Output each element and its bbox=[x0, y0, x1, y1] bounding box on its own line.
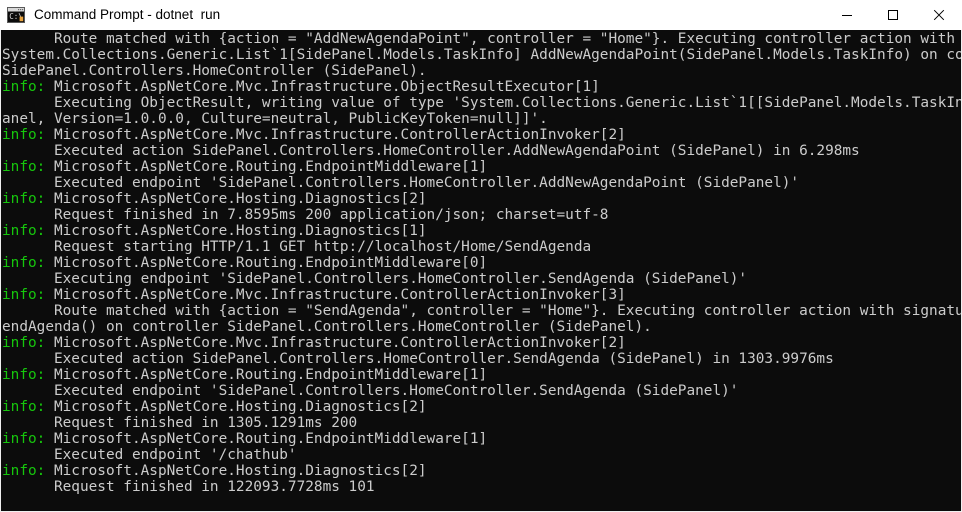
console-line: Executed endpoint 'SidePanel.Controllers… bbox=[2, 383, 961, 399]
log-message-text: Request starting HTTP/1.1 GET http://loc… bbox=[2, 239, 592, 255]
title-bar[interactable]: C:\ Command Prompt - dotnet run bbox=[0, 0, 962, 31]
log-message-text: Route matched with {action = "SendAgenda… bbox=[2, 303, 962, 319]
log-message-text: Executed action SidePanel.Controllers.Ho… bbox=[2, 351, 834, 367]
log-message-text: Microsoft.AspNetCore.Hosting.Diagnostics… bbox=[53, 223, 427, 239]
console-line: Executing ObjectResult, writing value of… bbox=[2, 95, 962, 111]
console-line: Executed action SidePanel.Controllers.Ho… bbox=[2, 143, 961, 159]
log-message-text: Executed endpoint 'SidePanel.Controllers… bbox=[2, 175, 800, 191]
console-line: info: Microsoft.AspNetCore.Hosting.Diagn… bbox=[2, 463, 961, 479]
log-message-text: Microsoft.AspNetCore.Mvc.Infrastructure.… bbox=[53, 287, 626, 303]
log-message-text: endAgenda() on controller SidePanel.Cont… bbox=[2, 319, 652, 335]
console-line: Route matched with {action = "AddNewAgen… bbox=[2, 31, 962, 47]
log-message-text: Microsoft.AspNetCore.Hosting.Diagnostics… bbox=[53, 463, 427, 479]
log-message-text: Request finished in 122093.7728ms 101 bbox=[2, 479, 375, 495]
console-line: info: Microsoft.AspNetCore.Hosting.Diagn… bbox=[2, 191, 961, 207]
log-severity-label: info: bbox=[2, 159, 54, 175]
log-message-text: Microsoft.AspNetCore.Routing.EndpointMid… bbox=[53, 367, 488, 383]
console-line: Executed endpoint '/chathub' bbox=[2, 447, 961, 463]
console-line: info: Microsoft.AspNetCore.Routing.Endpo… bbox=[2, 431, 961, 447]
console-line: Route matched with {action = "SendAgenda… bbox=[2, 303, 962, 319]
command-prompt-window: C:\ Command Prompt - dotnet run Route ma… bbox=[0, 0, 962, 512]
log-severity-label: info: bbox=[2, 335, 54, 351]
log-severity-label: info: bbox=[2, 463, 54, 479]
log-message-text: Executing endpoint 'SidePanel.Controller… bbox=[2, 271, 748, 287]
console-line: info: Microsoft.AspNetCore.Mvc.Infrastru… bbox=[2, 79, 961, 95]
window-controls bbox=[824, 0, 962, 30]
log-message-text: Microsoft.AspNetCore.Routing.EndpointMid… bbox=[53, 159, 488, 175]
log-message-text: System.Collections.Generic.List`1[SidePa… bbox=[2, 47, 962, 63]
console-line: Request finished in 1305.1291ms 200 bbox=[2, 415, 961, 431]
log-severity-label: info: bbox=[2, 127, 54, 143]
console-line: info: Microsoft.AspNetCore.Routing.Endpo… bbox=[2, 159, 961, 175]
log-message-text: Microsoft.AspNetCore.Mvc.Infrastructure.… bbox=[53, 127, 626, 143]
log-severity-label: info: bbox=[2, 431, 54, 447]
log-severity-label: info: bbox=[2, 287, 54, 303]
console-line: Request finished in 122093.7728ms 101 bbox=[2, 479, 961, 495]
log-severity-label: info: bbox=[2, 223, 54, 239]
console-line: System.Collections.Generic.List`1[SidePa… bbox=[2, 47, 962, 63]
log-severity-label: info: bbox=[2, 191, 54, 207]
console-window-icon: C:\ bbox=[7, 7, 25, 23]
console-line: Executed endpoint 'SidePanel.Controllers… bbox=[2, 175, 961, 191]
log-message-text: Microsoft.AspNetCore.Routing.EndpointMid… bbox=[53, 431, 488, 447]
minimize-button[interactable] bbox=[824, 0, 870, 30]
window-title: Command Prompt - dotnet run bbox=[34, 7, 221, 22]
log-message-text: Executed endpoint '/chathub' bbox=[2, 447, 297, 463]
console-line: Executing endpoint 'SidePanel.Controller… bbox=[2, 271, 961, 287]
maximize-button[interactable] bbox=[870, 0, 916, 30]
console-output-area[interactable]: Route matched with {action = "AddNewAgen… bbox=[0, 30, 962, 512]
console-line: endAgenda() on controller SidePanel.Cont… bbox=[2, 319, 961, 335]
console-lines: Route matched with {action = "AddNewAgen… bbox=[1, 30, 962, 495]
console-line: SidePanel.Controllers.HomeController (Si… bbox=[2, 63, 961, 79]
console-line: info: Microsoft.AspNetCore.Hosting.Diagn… bbox=[2, 399, 961, 415]
console-line: info: Microsoft.AspNetCore.Mvc.Infrastru… bbox=[2, 287, 961, 303]
log-message-text: Microsoft.AspNetCore.Routing.EndpointMid… bbox=[53, 255, 488, 271]
console-line: info: Microsoft.AspNetCore.Hosting.Diagn… bbox=[2, 223, 961, 239]
log-message-text: anel, Version=1.0.0.0, Culture=neutral, … bbox=[2, 111, 548, 127]
log-message-text: Microsoft.AspNetCore.Mvc.Infrastructure.… bbox=[53, 79, 600, 95]
log-severity-label: info: bbox=[2, 79, 54, 95]
console-line: Request finished in 7.8595ms 200 applica… bbox=[2, 207, 961, 223]
log-message-text: SidePanel.Controllers.HomeController (Si… bbox=[2, 63, 427, 79]
console-line: anel, Version=1.0.0.0, Culture=neutral, … bbox=[2, 111, 961, 127]
log-severity-label: info: bbox=[2, 367, 54, 383]
close-button[interactable] bbox=[916, 0, 962, 30]
log-message-text: Executed action SidePanel.Controllers.Ho… bbox=[2, 143, 860, 159]
console-line: info: Microsoft.AspNetCore.Routing.Endpo… bbox=[2, 367, 961, 383]
console-line: Request starting HTTP/1.1 GET http://loc… bbox=[2, 239, 961, 255]
log-message-text: Microsoft.AspNetCore.Hosting.Diagnostics… bbox=[53, 399, 427, 415]
console-line: info: Microsoft.AspNetCore.Mvc.Infrastru… bbox=[2, 335, 961, 351]
log-message-text: Microsoft.AspNetCore.Hosting.Diagnostics… bbox=[53, 191, 427, 207]
title-bar-left: C:\ Command Prompt - dotnet run bbox=[0, 7, 824, 23]
log-message-text: Request finished in 1305.1291ms 200 bbox=[2, 415, 358, 431]
log-message-text: Executing ObjectResult, writing value of… bbox=[2, 95, 962, 111]
log-severity-label: info: bbox=[2, 399, 54, 415]
log-message-text: Executed endpoint 'SidePanel.Controllers… bbox=[2, 383, 739, 399]
log-severity-label: info: bbox=[2, 255, 54, 271]
log-message-text: Route matched with {action = "AddNewAgen… bbox=[2, 31, 962, 47]
log-message-text: Microsoft.AspNetCore.Mvc.Infrastructure.… bbox=[53, 335, 626, 351]
console-line: Executed action SidePanel.Controllers.Ho… bbox=[2, 351, 961, 367]
console-line: info: Microsoft.AspNetCore.Routing.Endpo… bbox=[2, 255, 961, 271]
console-line: info: Microsoft.AspNetCore.Mvc.Infrastru… bbox=[2, 127, 961, 143]
log-message-text: Request finished in 7.8595ms 200 applica… bbox=[2, 207, 609, 223]
